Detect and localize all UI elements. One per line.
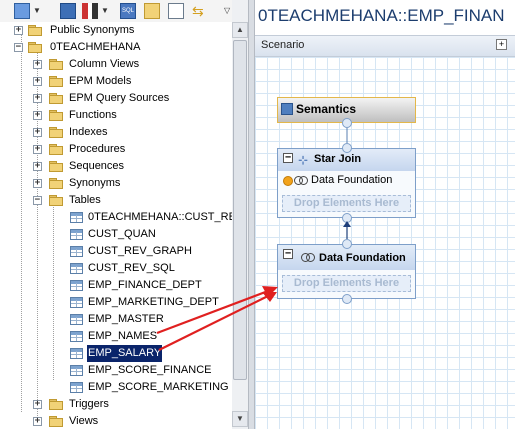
annotation-arrow [156,289,269,335]
annotation-arrow [158,295,269,351]
connector-arrowhead [343,221,351,227]
annotation-layer [156,128,351,351]
